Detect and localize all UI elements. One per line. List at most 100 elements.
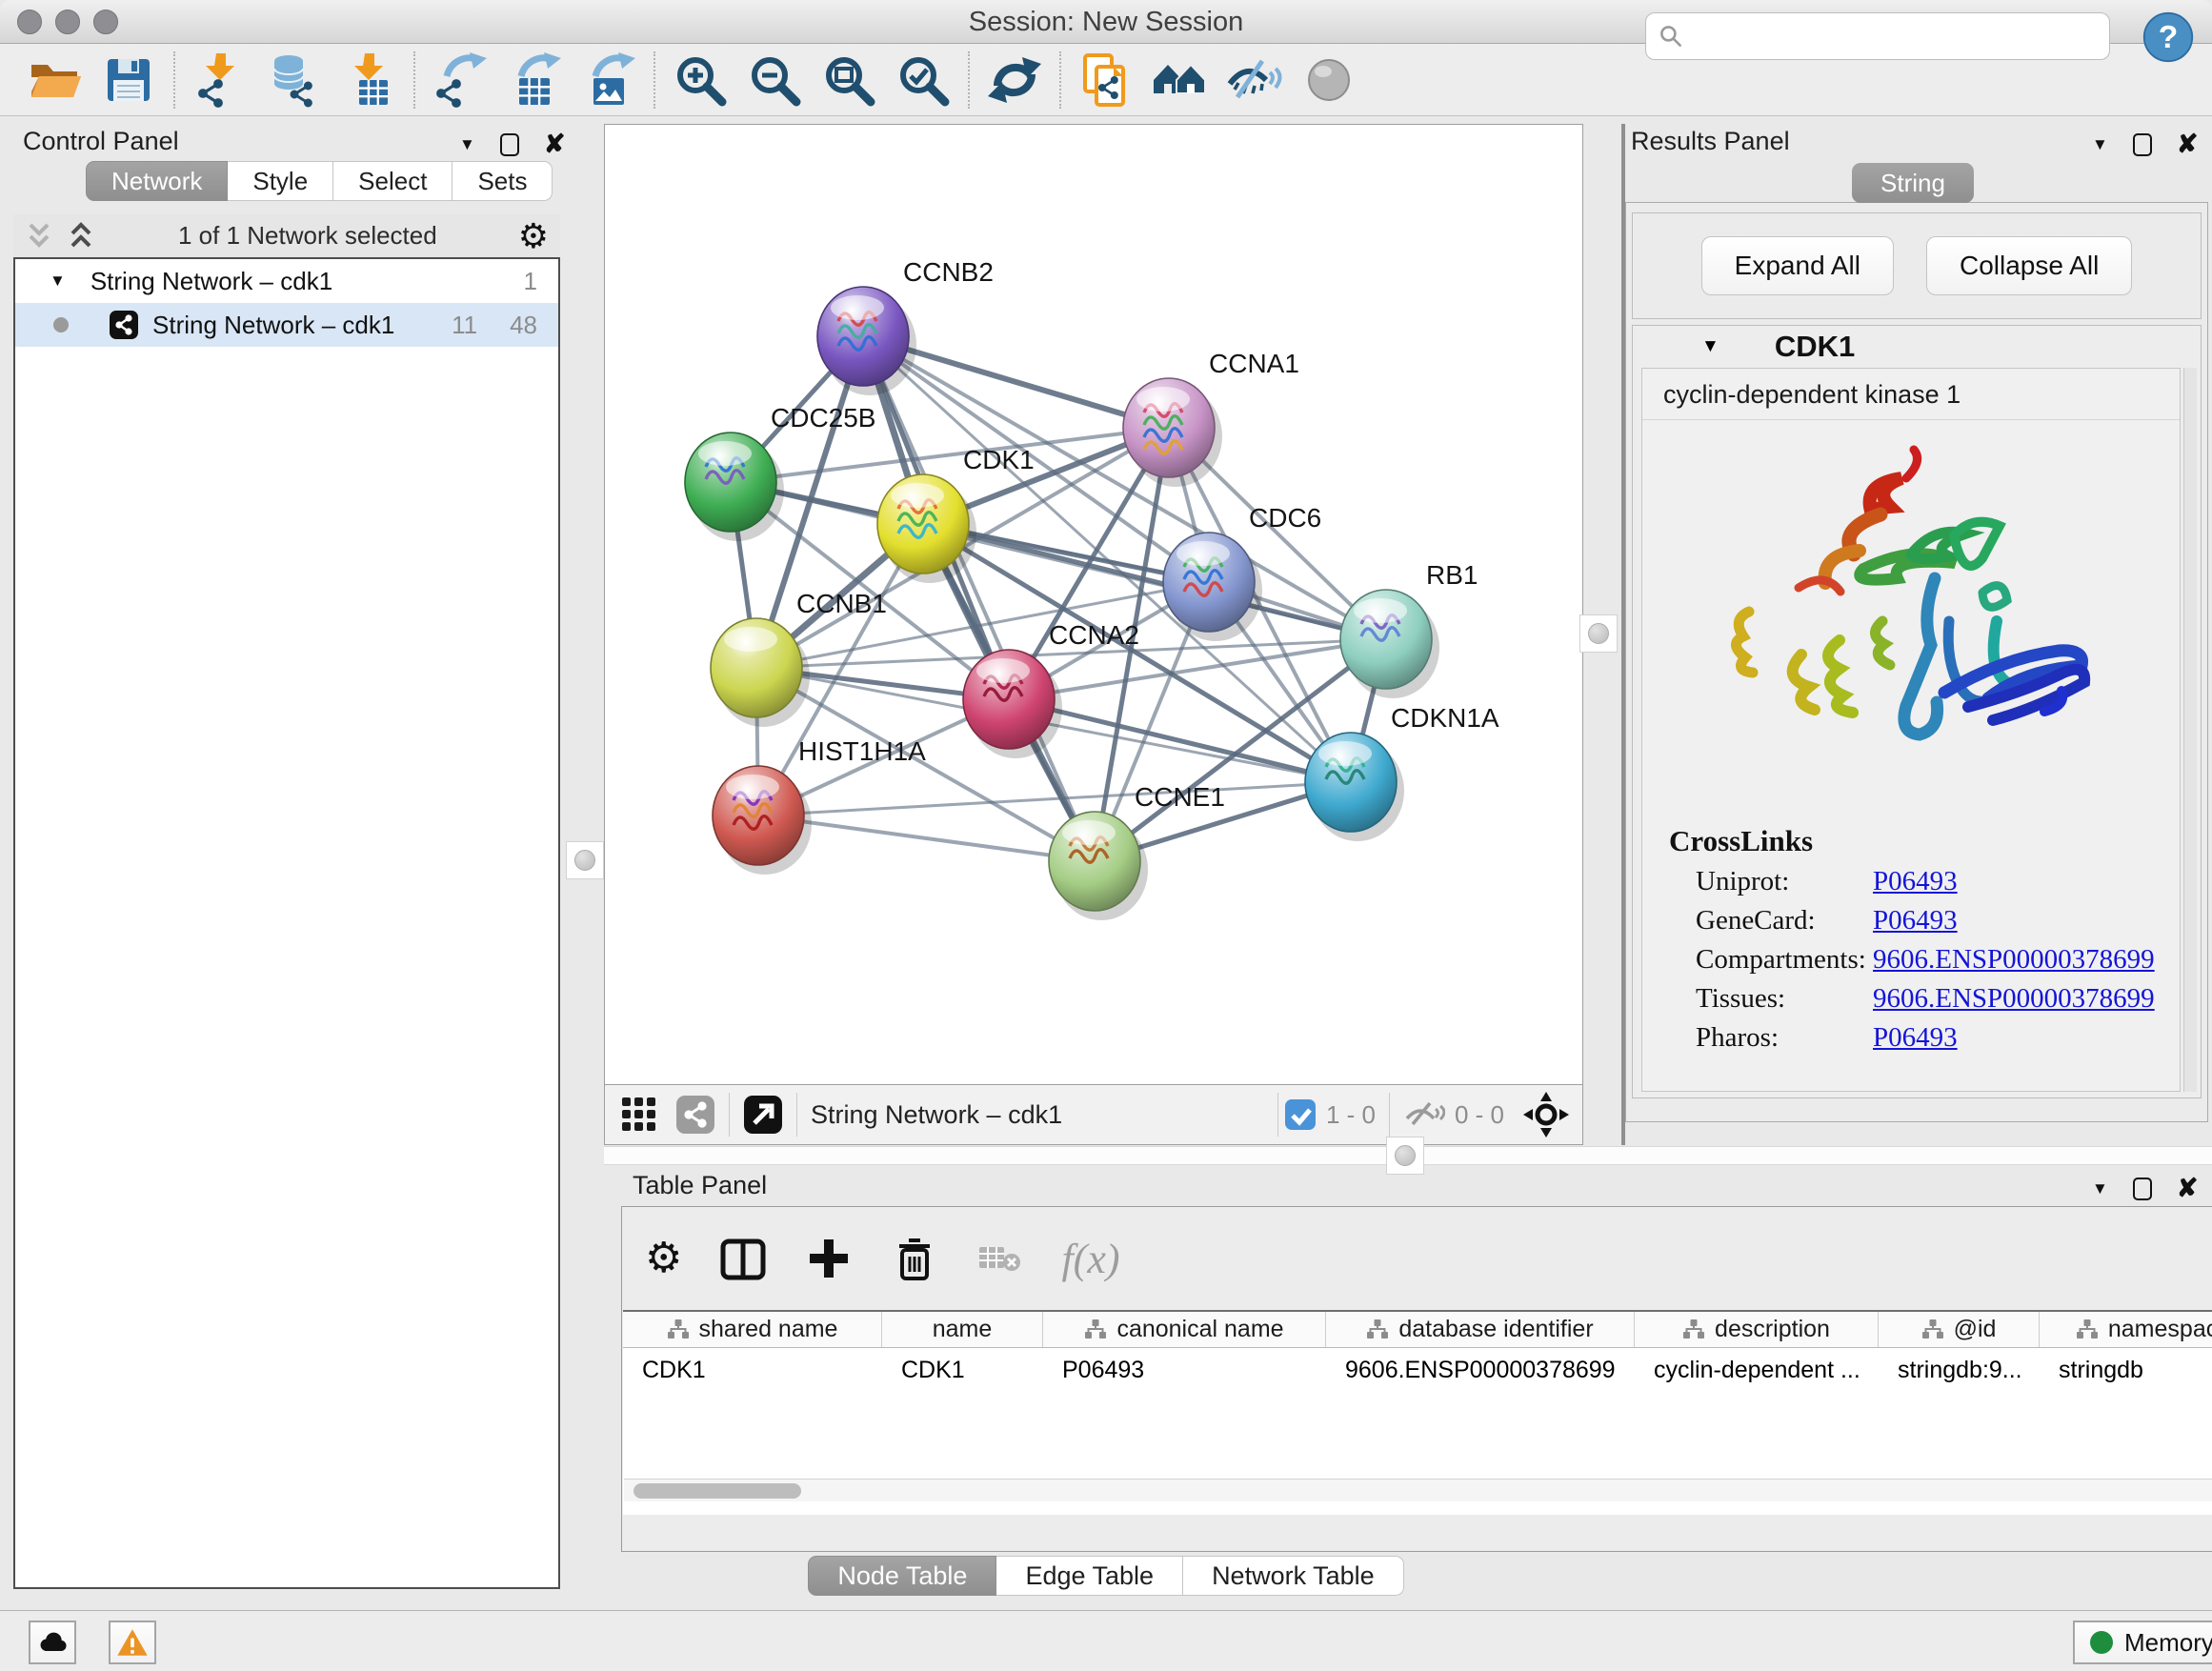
column-label: description (1715, 1316, 1830, 1343)
float-panel-icon[interactable] (2133, 1178, 2152, 1200)
zoom-in-button[interactable] (663, 48, 737, 112)
memory-button[interactable]: Memory (2073, 1621, 2212, 1664)
float-panel-icon[interactable] (2133, 133, 2152, 156)
zoom-selected-button[interactable] (886, 48, 960, 112)
column-header-canonical-name[interactable]: canonical name (1043, 1312, 1326, 1347)
crosslink-link[interactable]: P06493 (1873, 866, 1958, 897)
cell[interactable]: 9606.ENSP00000378699 (1326, 1348, 1635, 1392)
toolbar-separator (413, 51, 415, 109)
node-RB1[interactable] (1340, 590, 1439, 698)
tab-edge-table[interactable]: Edge Table (996, 1556, 1183, 1596)
import-network-database-button[interactable] (257, 48, 332, 112)
network-collection-row[interactable]: ▼ String Network – cdk1 1 (15, 259, 558, 303)
help-button[interactable]: ? (2142, 10, 2195, 64)
export-network-button[interactable] (423, 48, 497, 112)
node-CDK1[interactable] (877, 474, 976, 583)
crosslink-link[interactable]: 9606.ENSP00000378699 (1873, 983, 2155, 1015)
network-row[interactable]: String Network – cdk1 11 48 (15, 303, 558, 347)
table-options-gear-icon[interactable]: ⚙ (645, 1238, 682, 1279)
save-session-button[interactable] (91, 48, 166, 112)
cell[interactable]: P06493 (1043, 1348, 1326, 1392)
show-columns-icon[interactable] (718, 1234, 768, 1283)
search-field[interactable] (1645, 12, 2110, 60)
tab-node-table[interactable]: Node Table (808, 1556, 996, 1596)
node-CCNB2[interactable] (817, 287, 916, 395)
crosslink-link[interactable]: P06493 (1873, 1022, 1958, 1054)
crosslink-link[interactable]: P06493 (1873, 905, 1958, 936)
share-network-icon[interactable] (675, 1095, 715, 1135)
expand-all-button[interactable]: Expand All (1701, 236, 1894, 295)
close-panel-icon[interactable]: ✘ (544, 130, 566, 159)
table-row[interactable]: CDK1CDK1P064939606.ENSP00000378699cyclin… (623, 1348, 2212, 1392)
node-CCNE1[interactable] (1049, 812, 1148, 920)
close-panel-icon[interactable]: ✘ (2177, 130, 2199, 159)
search-input[interactable] (1692, 23, 2109, 50)
hidden-items-icon[interactable] (1403, 1097, 1445, 1132)
tab-network-table[interactable]: Network Table (1183, 1556, 1404, 1596)
home-button[interactable] (1143, 48, 1217, 112)
collection-expand-icon[interactable]: ▼ (50, 272, 66, 291)
left-splitter-grip[interactable] (566, 841, 604, 879)
expand-all-icon[interactable] (65, 220, 97, 252)
node-HIST1H1A[interactable] (713, 766, 812, 875)
float-menu-icon[interactable]: ▼ (2092, 135, 2108, 154)
tab-network[interactable]: Network (86, 161, 228, 201)
right-splitter-grip[interactable] (1579, 614, 1618, 653)
open-session-button[interactable] (17, 48, 91, 112)
tab-style[interactable]: Style (228, 161, 333, 201)
hide-graphics-details-button[interactable] (1217, 48, 1292, 112)
zoom-fit-button[interactable] (812, 48, 886, 112)
zoom-out-button[interactable] (737, 48, 812, 112)
cloud-status-button[interactable] (29, 1621, 76, 1664)
clone-network-button[interactable] (1069, 48, 1143, 112)
warning-status-button[interactable] (109, 1621, 156, 1664)
refresh-view-button[interactable] (977, 48, 1052, 112)
node-CDC25B[interactable] (685, 433, 784, 541)
column-header-name[interactable]: name (882, 1312, 1043, 1347)
column-header-shared-name[interactable]: shared name (623, 1312, 882, 1347)
float-panel-icon[interactable] (500, 133, 519, 156)
protein-card-header[interactable]: ▼ CDK1 (1633, 326, 2201, 368)
column-header-database-identifier[interactable]: database identifier (1326, 1312, 1635, 1347)
horizontal-splitter-grip[interactable] (1386, 1137, 1424, 1175)
node-CDKN1A[interactable] (1305, 733, 1404, 841)
results-scrollbar[interactable] (2183, 368, 2197, 1092)
tab-select[interactable]: Select (333, 161, 452, 201)
import-network-file-button[interactable] (183, 48, 257, 112)
delete-column-icon[interactable] (890, 1234, 939, 1283)
cell[interactable]: CDK1 (882, 1348, 1043, 1392)
string-network-graph[interactable]: CCNB2CCNA1CDC25BCDK1CDC6RB1CCNB1CCNA2CDK… (605, 125, 1582, 1083)
birds-eye-view-button[interactable] (1292, 48, 1366, 112)
close-panel-icon[interactable]: ✘ (2177, 1174, 2199, 1203)
node-CCNA2[interactable] (963, 650, 1062, 758)
selected-checkbox-icon[interactable] (1284, 1098, 1317, 1131)
edge-CCNB2-CCNE1[interactable] (863, 336, 1095, 861)
column-header-description[interactable]: description (1635, 1312, 1879, 1347)
cell[interactable]: cyclin-dependent ... (1635, 1348, 1879, 1392)
cell[interactable]: stringdb (2040, 1348, 2212, 1392)
column-header--id[interactable]: @id (1879, 1312, 2040, 1347)
network-options-gear-icon[interactable]: ⚙ (518, 219, 549, 253)
show-grid-icon[interactable] (620, 1096, 658, 1134)
node-CCNA1[interactable] (1123, 378, 1222, 487)
network-canvas[interactable]: CCNB2CCNA1CDC25BCDK1CDC6RB1CCNB1CCNA2CDK… (604, 124, 1583, 1084)
export-image-button[interactable] (572, 48, 646, 112)
float-menu-icon[interactable]: ▼ (459, 135, 475, 154)
collapse-section-icon[interactable]: ▼ (1701, 336, 1719, 357)
cell[interactable]: CDK1 (623, 1348, 882, 1392)
scrollbar-thumb[interactable] (633, 1483, 801, 1499)
tab-string[interactable]: String (1852, 163, 1974, 203)
cell[interactable]: stringdb:9... (1879, 1348, 2040, 1392)
column-header-namespace[interactable]: namespace (2040, 1312, 2212, 1347)
export-table-button[interactable] (497, 48, 572, 112)
open-in-new-window-icon[interactable] (743, 1095, 783, 1135)
collapse-all-button[interactable]: Collapse All (1926, 236, 2132, 295)
fit-selected-crosshair-icon[interactable] (1523, 1092, 1569, 1137)
float-menu-icon[interactable]: ▼ (2092, 1179, 2108, 1198)
crosslink-link[interactable]: 9606.ENSP00000378699 (1873, 944, 2155, 976)
tab-sets[interactable]: Sets (452, 161, 553, 201)
table-horizontal-scrollbar[interactable] (624, 1479, 2212, 1501)
import-table-file-button[interactable] (332, 48, 406, 112)
add-column-icon[interactable] (804, 1234, 854, 1283)
collapse-all-icon[interactable] (23, 220, 55, 252)
